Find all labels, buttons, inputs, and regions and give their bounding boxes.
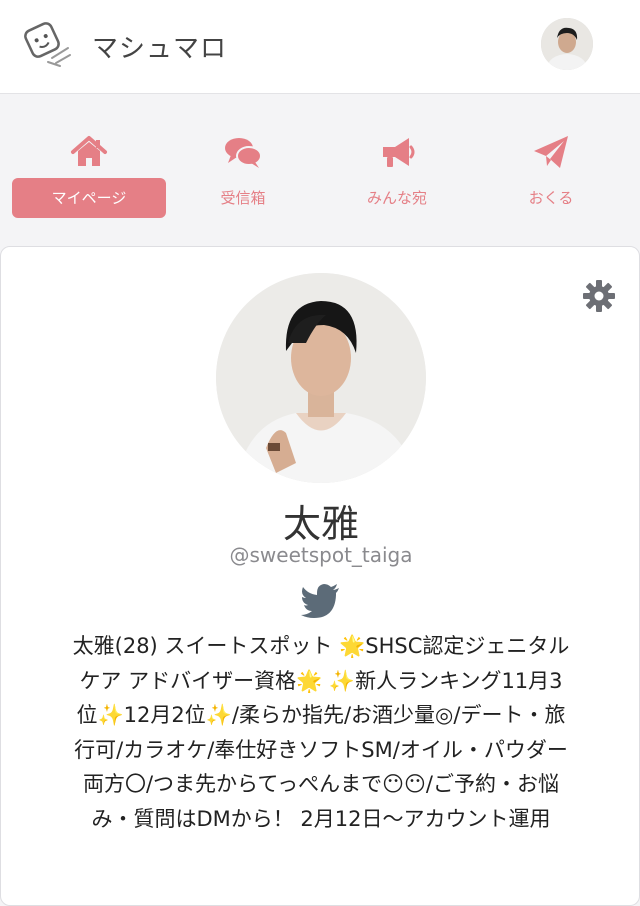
twitter-icon[interactable]: [301, 583, 341, 619]
megaphone-icon: [377, 132, 417, 172]
marshmallow-logo-icon[interactable]: [22, 18, 74, 70]
user-avatar[interactable]: [541, 18, 593, 70]
profile-avatar: [216, 273, 426, 483]
app-header: マシュマロ: [0, 0, 640, 94]
profile-card: 太雅 @sweetspot_taiga 太雅(28) スイートスポット 🌟SHS…: [0, 246, 640, 906]
profile-bio: 太雅(28) スイートスポット 🌟SHSC認定ジェニタルケア アドバイザー資格🌟…: [72, 634, 570, 831]
nav-item-send[interactable]: おくる: [474, 132, 628, 232]
paper-plane-icon: [531, 132, 571, 172]
nav-item-inbox[interactable]: 受信箱: [166, 132, 320, 232]
nav-item-everyone[interactable]: みんな宛: [320, 132, 474, 232]
main-nav: マイページ 受信箱 みんな宛 おくる: [0, 94, 640, 244]
nav-label-inbox: 受信箱: [220, 189, 266, 207]
display-name: 太雅: [282, 502, 359, 546]
nav-item-mypage[interactable]: マイページ: [12, 132, 166, 232]
user-handle: @sweetspot_taiga: [229, 543, 413, 567]
home-icon: [69, 132, 109, 172]
nav-label-send: おくる: [528, 189, 574, 207]
chat-bubbles-icon: [223, 132, 263, 172]
nav-label-everyone: みんな宛: [366, 189, 427, 207]
nav-label-mypage: マイページ: [12, 178, 166, 218]
app-title[interactable]: マシュマロ: [92, 28, 227, 65]
gear-icon[interactable]: [582, 279, 616, 313]
